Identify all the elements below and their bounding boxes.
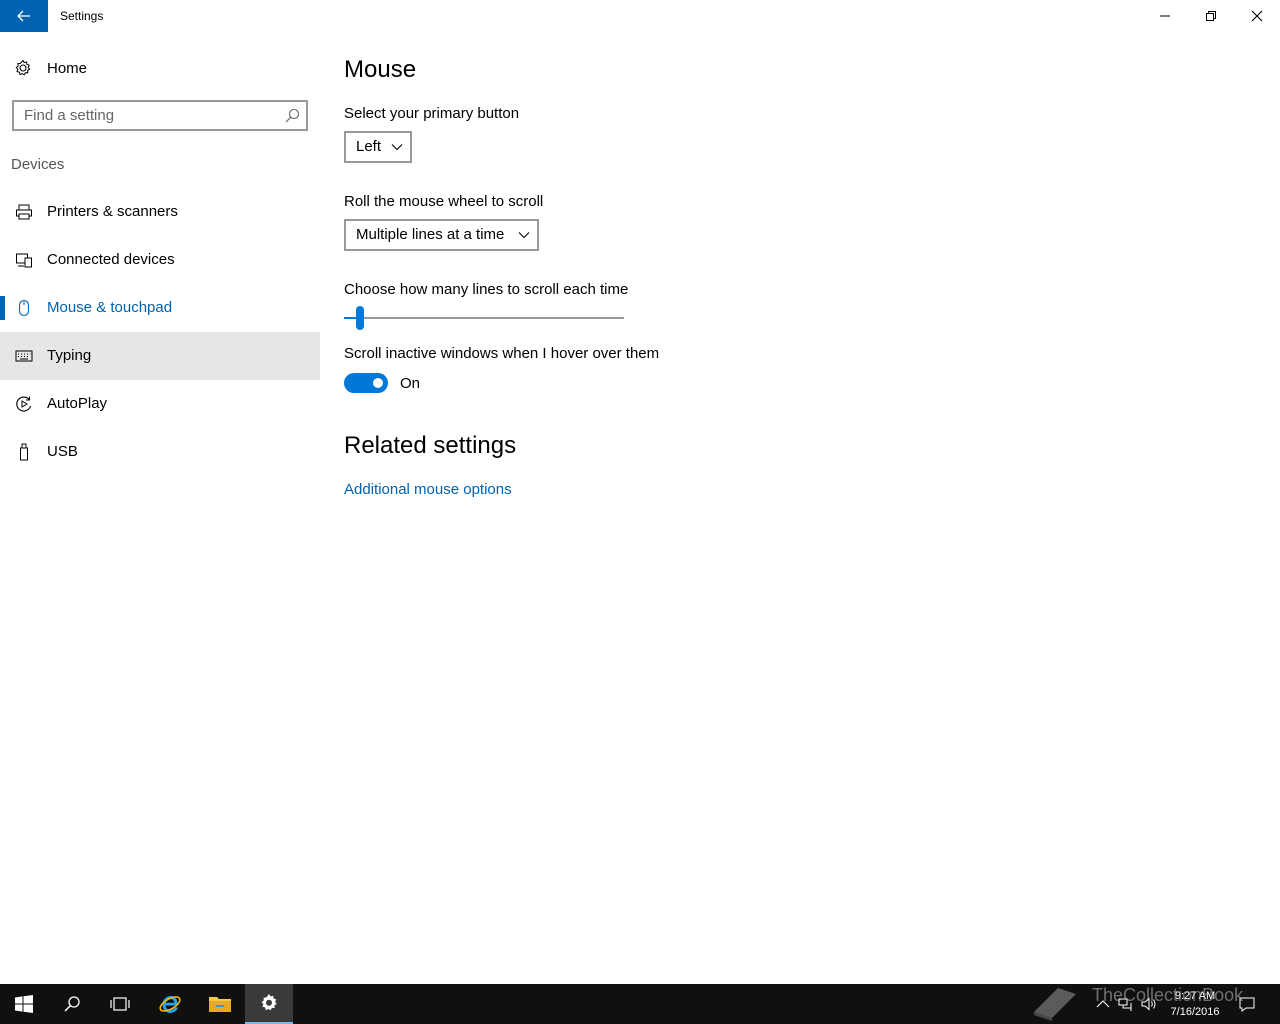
gear-icon (15, 59, 31, 76)
connected-devices-icon (16, 253, 32, 268)
wheel-label: Roll the mouse wheel to scroll (344, 193, 544, 210)
section-label: Devices (11, 156, 65, 173)
close-icon (1251, 10, 1263, 22)
selection-indicator (0, 296, 5, 320)
primary-button-dropdown[interactable]: Left (344, 131, 412, 163)
search-button[interactable] (48, 984, 96, 1024)
close-button[interactable] (1234, 0, 1280, 32)
minimize-icon (1160, 15, 1170, 17)
sidebar-item-label: AutoPlay (47, 395, 108, 412)
mouse-icon (18, 299, 30, 317)
primary-button-label: Select your primary button (344, 105, 520, 122)
search-icon (64, 996, 80, 1012)
primary-button-value: Left (356, 138, 382, 155)
watermark: TheCollectionBook (1030, 980, 1260, 1024)
search-placeholder: Find a setting (24, 107, 115, 124)
internet-explorer-button[interactable] (146, 984, 194, 1024)
folder-icon (209, 997, 231, 1012)
gear-icon (261, 994, 277, 1011)
wheel-dropdown[interactable]: Multiple lines at a time (344, 219, 539, 251)
lines-slider[interactable] (344, 306, 624, 330)
back-arrow-icon (17, 10, 30, 22)
search-input[interactable]: Find a setting (12, 100, 308, 131)
sidebar-item-label: Connected devices (47, 251, 175, 268)
sidebar-item-label: USB (47, 443, 78, 460)
chevron-down-icon (391, 144, 403, 151)
windows-logo-icon (15, 995, 33, 1013)
additional-mouse-options-link[interactable]: Additional mouse options (344, 481, 512, 498)
minimize-button[interactable] (1142, 0, 1188, 32)
start-button[interactable] (0, 984, 48, 1024)
task-view-icon (110, 997, 130, 1011)
inactive-scroll-toggle[interactable] (344, 373, 388, 393)
window-title: Settings (60, 9, 104, 23)
sidebar-item-typing[interactable]: Typing (0, 332, 320, 380)
search-icon[interactable] (284, 108, 300, 124)
toggle-knob (373, 378, 383, 388)
wheel-value: Multiple lines at a time (356, 226, 505, 243)
slider-fill (344, 317, 356, 319)
autoplay-icon (16, 396, 32, 412)
page-title: Mouse (344, 56, 417, 83)
watermark-text: TheCollectionBook (1092, 985, 1244, 1005)
home-link[interactable]: Home (0, 52, 320, 84)
back-button[interactable] (0, 0, 48, 32)
related-settings-title: Related settings (344, 432, 517, 459)
sidebar-item-label: Printers & scanners (47, 203, 178, 220)
title-bar: Settings (0, 0, 1280, 32)
sidebar-item-printers[interactable]: Printers & scanners (0, 188, 320, 236)
toggle-state-label: On (400, 375, 421, 392)
settings-taskbar-button[interactable] (245, 984, 293, 1024)
sidebar-item-mouse-touchpad[interactable]: Mouse & touchpad (0, 284, 320, 332)
slider-track (344, 317, 624, 319)
sidebar-item-autoplay[interactable]: AutoPlay (0, 380, 320, 428)
home-label: Home (47, 60, 88, 77)
sidebar-item-label: Typing (47, 347, 92, 364)
printer-icon (16, 204, 32, 220)
chevron-down-icon (518, 232, 530, 239)
restore-button[interactable] (1188, 0, 1234, 32)
slider-thumb[interactable] (356, 306, 364, 330)
book-logo-icon (1034, 988, 1076, 1021)
lines-label: Choose how many lines to scroll each tim… (344, 281, 629, 298)
internet-explorer-icon (159, 996, 181, 1013)
main-content: Mouse Select your primary button Left Ro… (344, 32, 1244, 984)
inactive-scroll-label: Scroll inactive windows when I hover ove… (344, 345, 660, 362)
restore-icon (1206, 11, 1216, 21)
task-view-button[interactable] (96, 984, 144, 1024)
sidebar-item-label: Mouse & touchpad (47, 299, 173, 316)
sidebar-item-usb[interactable]: USB (0, 428, 320, 476)
sidebar-item-connected-devices[interactable]: Connected devices (0, 236, 320, 284)
usb-icon (20, 443, 28, 461)
file-explorer-button[interactable] (196, 984, 244, 1024)
sidebar: Home Find a setting Devices Printers & s… (0, 32, 320, 984)
keyboard-icon (15, 350, 33, 362)
